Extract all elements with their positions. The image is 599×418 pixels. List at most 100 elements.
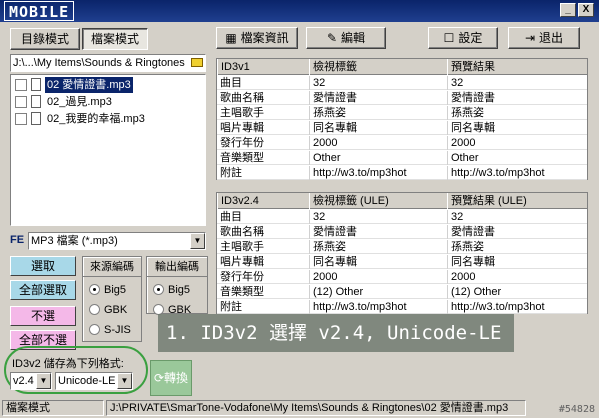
header-cell[interactable]: 檢視標籤 (ULE) [309, 193, 447, 209]
radio-dot [89, 324, 100, 335]
table-row[interactable]: 音樂類型 Other Other [217, 151, 587, 165]
deselect-button[interactable]: 不選 [10, 306, 76, 326]
file-type-value: MP3 檔案 (*.mp3) [31, 235, 118, 247]
select-all-button[interactable]: 全部選取 [10, 280, 76, 300]
file-type-filter[interactable]: MP3 檔案 (*.mp3) ▼ [28, 232, 206, 250]
edit-label: 編輯 [341, 31, 366, 45]
source-radio-label: S-JIS [104, 324, 131, 336]
table-row[interactable]: 歌曲名稱 愛情證書 愛情證書 [217, 91, 587, 105]
minimize-button[interactable]: _ [560, 3, 576, 17]
header-cell[interactable]: 預覽結果 (ULE) [447, 193, 587, 209]
file-row[interactable]: 02_我要的幸福.mp3 [13, 111, 205, 127]
save-format-label: ID3v2 儲存為下列格式: [12, 358, 124, 370]
file-checkbox[interactable] [15, 96, 27, 108]
close-button[interactable]: X [578, 3, 594, 17]
chevron-down-icon[interactable]: ▼ [190, 233, 205, 249]
table-row[interactable]: 唱片專輯 同名專輯 同名專輯 [217, 255, 587, 269]
output-radio-big5[interactable]: Big5 [153, 283, 190, 297]
field-label: 音樂類型 [220, 152, 264, 164]
settings-button[interactable]: ☐ 設定 [428, 27, 498, 49]
header-cell[interactable]: 檢視標籤 [309, 59, 447, 75]
preview-value: 2000 [447, 270, 587, 284]
table-row[interactable]: 發行年份 2000 2000 [217, 136, 587, 150]
table-row[interactable]: 曲目 32 32 [217, 210, 587, 224]
tag-value: 同名專輯 [309, 255, 447, 269]
radio-dot [89, 284, 100, 295]
preview-value: 2000 [447, 136, 587, 150]
field-label: 發行年份 [220, 137, 264, 149]
edit-icon: ✎ [326, 31, 338, 45]
field-label: 唱片專輯 [220, 256, 264, 268]
file-checkbox[interactable] [15, 113, 27, 125]
file-info-label: 檔案資訊 [240, 31, 289, 45]
source-radio-label: Big5 [104, 284, 127, 296]
version-select[interactable]: v2.4 ▼ [10, 372, 52, 390]
table-row[interactable]: 曲目 32 32 [217, 76, 587, 90]
tag-value: 孫燕姿 [309, 240, 447, 254]
file-name: 02_我要的幸福.mp3 [47, 113, 145, 125]
preview-value: 愛情證書 [447, 225, 587, 239]
field-label: 附註 [220, 301, 242, 313]
output-encoding-title: 輸出編碼 [147, 259, 207, 277]
path-text: J:\...\My Items\Sounds & Ringtones [13, 57, 185, 69]
select-button[interactable]: 選取 [10, 256, 76, 276]
encoding-select[interactable]: Unicode-LE ▼ [55, 372, 133, 390]
output-encoding-group: 輸出編碼 Big5 GBK [146, 256, 208, 316]
table-row[interactable]: 唱片專輯 同名專輯 同名專輯 [217, 121, 587, 135]
file-list[interactable]: 02 愛情證書.mp3 02_過見.mp3 02_我要的幸福.mp3 [10, 74, 206, 226]
tag-value: 孫燕姿 [309, 106, 447, 120]
radio-dot [153, 284, 164, 295]
source-radio-gbk[interactable]: GBK [89, 303, 127, 317]
preview-value: (12) Other [447, 285, 587, 299]
table-row[interactable]: 附註 http://w3.to/mp3hot http://w3.to/mp3hot [217, 166, 587, 180]
file-mode-button[interactable]: 檔案模式 [82, 28, 148, 50]
preview-value: 孫燕姿 [447, 106, 587, 120]
tag-value: 2000 [309, 270, 447, 284]
source-encoding-title: 來源編碼 [83, 259, 141, 277]
id3v2-table: ID3v2.4 檢視標籤 (ULE) 預覽結果 (ULE) 曲目 32 32 歌曲名… [216, 192, 588, 314]
field-label: 歌曲名稱 [220, 92, 264, 104]
settings-icon: ☐ [443, 31, 455, 45]
header-cell[interactable]: ID3v2.4 [217, 193, 309, 209]
path-field[interactable]: J:\...\My Items\Sounds & Ringtones [10, 54, 206, 72]
chevron-down-icon[interactable]: ▼ [36, 373, 51, 389]
catalog-mode-button[interactable]: 目錄模式 [10, 28, 80, 50]
field-label: 發行年份 [220, 271, 264, 283]
title-bar: MOBILE _ X [0, 0, 599, 22]
convert-label: 轉換 [164, 371, 189, 385]
edit-button[interactable]: ✎ 編輯 [306, 27, 386, 49]
source-radio-big5[interactable]: Big5 [89, 283, 126, 297]
header-cell[interactable]: 預覽結果 [447, 59, 587, 75]
folder-icon[interactable] [191, 58, 203, 67]
field-label: 主唱歌手 [220, 241, 264, 253]
table-row[interactable]: 主唱歌手 孫燕姿 孫燕姿 [217, 106, 587, 120]
file-name: 02_過見.mp3 [47, 96, 112, 108]
file-info-button[interactable]: ▦ 檔案資訊 [216, 27, 298, 49]
file-row[interactable]: 02 愛情證書.mp3 [13, 77, 205, 93]
radio-dot [89, 304, 100, 315]
table-row[interactable]: 附註 http://w3.to/mp3hot http://w3.to/mp3hot [217, 300, 587, 314]
version-value: v2.4 [13, 375, 34, 387]
table-row[interactable]: 主唱歌手 孫燕姿 孫燕姿 [217, 240, 587, 254]
chevron-down-icon[interactable]: ▼ [117, 373, 132, 389]
source-radio-sjis[interactable]: S-JIS [89, 323, 131, 337]
table-row[interactable]: 音樂類型 (12) Other (12) Other [217, 285, 587, 299]
tag-value: http://w3.to/mp3hot [309, 300, 447, 314]
file-checkbox[interactable] [15, 79, 27, 91]
header-cell[interactable]: ID3v1 [217, 59, 309, 75]
tag-value: 愛情證書 [309, 91, 447, 105]
exit-icon: ⇥ [524, 31, 536, 45]
file-icon [31, 95, 41, 108]
table-row[interactable]: 歌曲名稱 愛情證書 愛情證書 [217, 225, 587, 239]
convert-button[interactable]: ⟳轉換 [150, 360, 192, 396]
file-icon [31, 78, 41, 91]
preview-value: Other [447, 151, 587, 165]
file-row[interactable]: 02_過見.mp3 [13, 94, 205, 110]
table-row[interactable]: 發行年份 2000 2000 [217, 270, 587, 284]
tag-value: 32 [309, 76, 447, 90]
file-info-icon: ▦ [225, 31, 237, 45]
table-header: ID3v1 檢視標籤 預覽結果 [217, 59, 587, 75]
field-label: 附註 [220, 167, 242, 179]
preview-value: 32 [447, 210, 587, 224]
exit-button[interactable]: ⇥ 退出 [508, 27, 580, 49]
